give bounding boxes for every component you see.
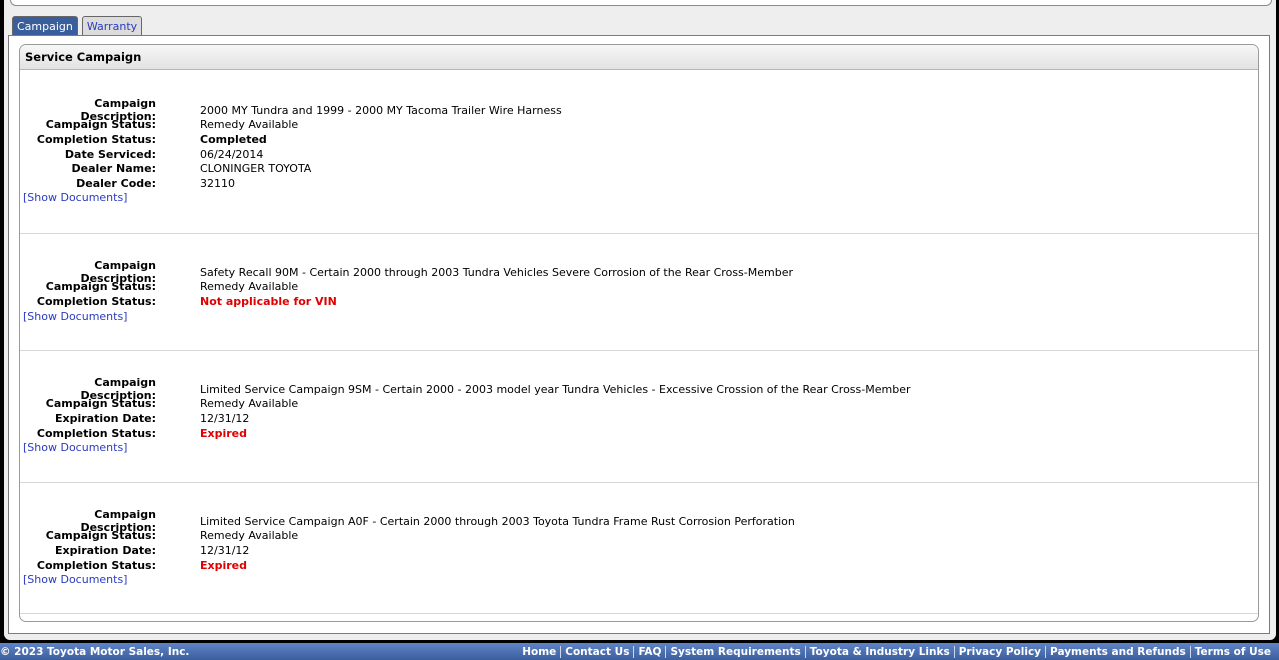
label-completion-status: Completion Status: [36, 426, 156, 440]
footer-links: Home Contact Us FAQ System Requirements … [518, 645, 1275, 658]
value-description: Limited Service Campaign A0F - Certain 2… [200, 514, 795, 528]
label-expiration-date: Expiration Date: [54, 411, 156, 425]
record-divider [20, 613, 1258, 614]
top-panel [10, 0, 1272, 6]
show-documents-link[interactable]: [Show Documents] [20, 441, 127, 454]
footer-link-toyota-industry-links[interactable]: Toyota & Industry Links [804, 645, 954, 658]
value-date-serviced: 06/24/2014 [200, 147, 264, 161]
show-documents-link[interactable]: [Show Documents] [20, 191, 127, 204]
footer-link-payments-refunds[interactable]: Payments and Refunds [1045, 645, 1190, 658]
footer-link-system-requirements[interactable]: System Requirements [665, 645, 804, 658]
show-documents-link[interactable]: [Show Documents] [20, 573, 127, 586]
record-divider [20, 233, 1258, 234]
label-dealer-name: Dealer Name: [71, 162, 156, 176]
footer-link-terms-of-use[interactable]: Terms of Use [1189, 645, 1275, 658]
label-campaign-status: Campaign Status: [45, 529, 156, 543]
value-description: 2000 MY Tundra and 1999 - 2000 MY Tacoma… [200, 103, 562, 117]
campaign-record: Campaign Description: 2000 MY Tundra and … [20, 97, 1258, 205]
label-campaign-status: Campaign Status: [45, 118, 156, 132]
copyright-text: © 2023 Toyota Motor Sales, Inc. [0, 645, 190, 658]
tab-campaign[interactable]: Campaign [12, 16, 78, 35]
value-campaign-status: Remedy Available [200, 397, 299, 411]
footer-link-contact-us[interactable]: Contact Us [560, 645, 633, 658]
label-expiration-date: Expiration Date: [54, 543, 156, 557]
value-description: Limited Service Campaign 9SM - Certain 2… [200, 382, 911, 396]
label-campaign-status: Campaign Status: [45, 397, 156, 411]
label-completion-status: Completion Status: [36, 294, 156, 308]
label-campaign-status: Campaign Status: [45, 280, 156, 294]
footer-link-faq[interactable]: FAQ [633, 645, 665, 658]
value-dealer-code: 32110 [200, 176, 235, 190]
show-documents-link[interactable]: [Show Documents] [20, 310, 127, 323]
label-completion-status: Completion Status: [36, 132, 156, 146]
value-campaign-status: Remedy Available [200, 118, 299, 132]
campaign-record: Campaign Description: Safety Recall 90M -… [20, 259, 1258, 323]
tab-content: Service Campaign Campaign Description: 20… [8, 35, 1270, 634]
panel-title: Service Campaign [20, 45, 1258, 70]
value-description: Safety Recall 90M - Certain 2000 through… [200, 265, 793, 279]
record-divider [20, 350, 1258, 351]
service-campaign-panel: Service Campaign Campaign Description: 20… [19, 44, 1259, 622]
label-date-serviced: Date Serviced: [64, 147, 156, 161]
record-divider [20, 482, 1258, 483]
footer-link-home[interactable]: Home [518, 646, 560, 658]
value-completion-status: Not applicable for VIN [200, 294, 337, 308]
value-completion-status: Expired [200, 558, 248, 572]
tab-warranty[interactable]: Warranty [81, 16, 143, 35]
tab-bar: Campaign Warranty [12, 16, 143, 35]
label-completion-status: Completion Status: [36, 558, 156, 572]
value-dealer-name: CLONINGER TOYOTA [200, 162, 312, 176]
value-expiration-date: 12/31/12 [200, 411, 250, 425]
value-expiration-date: 12/31/12 [200, 543, 250, 557]
value-completion-status: Expired [200, 426, 248, 440]
label-dealer-code: Dealer Code: [76, 176, 156, 190]
value-campaign-status: Remedy Available [200, 280, 299, 294]
campaign-record: Campaign Description: Limited Service Cam… [20, 376, 1258, 455]
footer-link-privacy-policy[interactable]: Privacy Policy [953, 645, 1045, 658]
value-completion-status: Completed [200, 132, 267, 146]
value-campaign-status: Remedy Available [200, 529, 299, 543]
footer-bar: © 2023 Toyota Motor Sales, Inc. Home Con… [0, 643, 1279, 660]
campaign-record: Campaign Description: Limited Service Cam… [20, 508, 1258, 587]
